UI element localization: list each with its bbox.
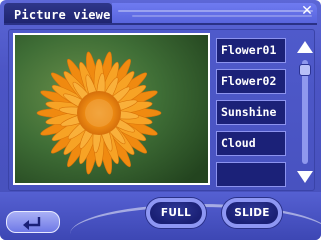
list-item-flower01[interactable]: Flower01	[216, 38, 286, 63]
list-item-empty[interactable]	[216, 162, 286, 187]
window-title: Picture viewer	[14, 8, 118, 22]
back-arrow-icon	[23, 217, 41, 230]
list-item-sunshine[interactable]: Sunshine	[216, 100, 286, 125]
slide-button[interactable]: SLIDE	[222, 198, 282, 228]
full-button[interactable]: FULL	[146, 198, 206, 228]
app-window: Picture viewer ✕ Flower01 Flower02 Sunsh…	[0, 0, 321, 240]
scroll-down-icon[interactable]	[296, 170, 314, 184]
image-preview[interactable]	[13, 33, 210, 185]
close-icon[interactable]: ✕	[298, 3, 316, 19]
list-item-cloud[interactable]: Cloud	[216, 131, 286, 156]
scroll-up-icon[interactable]	[296, 40, 314, 54]
title-decoration	[112, 3, 317, 23]
scrollbar-thumb[interactable]	[299, 64, 311, 76]
list-item-flower02[interactable]: Flower02	[216, 69, 286, 94]
divider	[4, 23, 317, 25]
title-bar: Picture viewer	[4, 3, 118, 23]
back-button[interactable]	[6, 211, 60, 233]
flower-image	[15, 35, 208, 183]
